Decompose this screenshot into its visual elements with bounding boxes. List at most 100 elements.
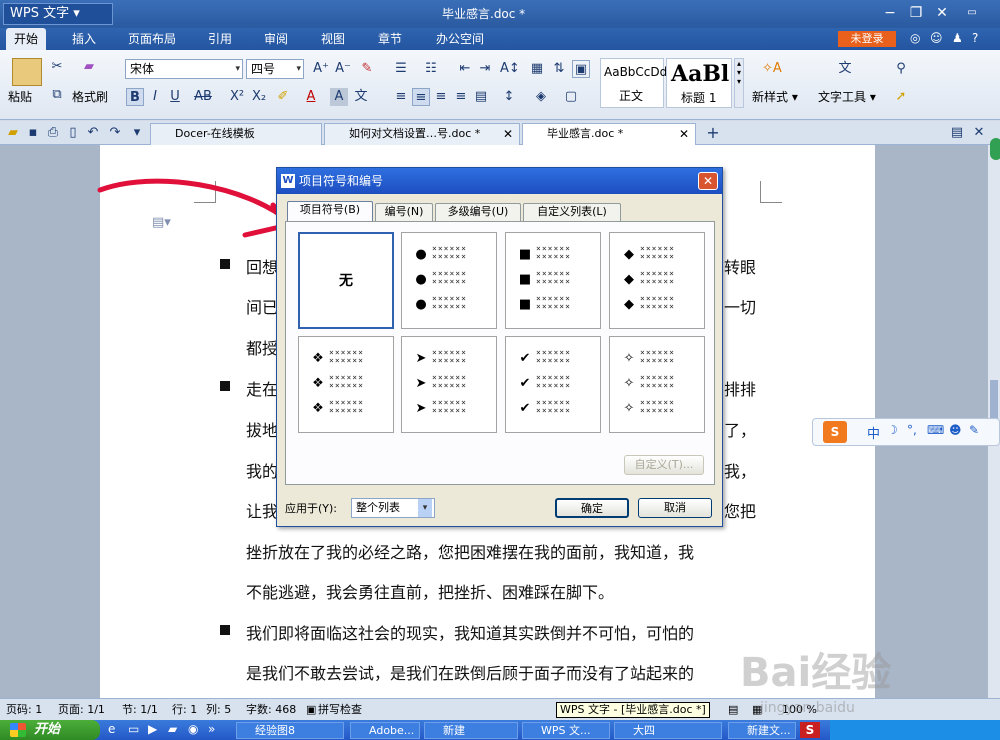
justify-icon[interactable]: ≡ xyxy=(452,88,470,106)
taskbar-item[interactable]: 新建文... xyxy=(728,722,796,739)
tab-insert[interactable]: 插入 xyxy=(64,28,104,50)
close-icon[interactable]: ✕ xyxy=(932,4,952,22)
tab-multilevel[interactable]: 多级编号(U) xyxy=(435,203,521,221)
tab-numbering[interactable]: 编号(N) xyxy=(375,203,433,221)
ime-user-icon[interactable]: ☻ xyxy=(949,423,962,437)
doc-tab-docer[interactable]: Docer-在线模板 xyxy=(150,123,322,145)
new-tab-icon[interactable]: + xyxy=(704,124,722,142)
tab-page-layout[interactable]: 页面布局 xyxy=(120,28,184,50)
bullet-option-square[interactable]: ■ ×××××× ×××××× ■ ×××××× ×××××× ■ ×××××× ×××××× xyxy=(505,232,601,329)
new-style-button[interactable]: 新样式 ▾ xyxy=(752,88,798,105)
quick-access-dropdown-icon[interactable]: ▾ xyxy=(128,124,146,142)
spellcheck-button[interactable]: 拼写检查 xyxy=(318,699,362,721)
copy-icon[interactable]: ⧉ xyxy=(48,86,66,104)
quicklaunch-desktop-icon[interactable]: ▭ xyxy=(128,722,139,736)
format-painter-button[interactable]: 格式刷 xyxy=(72,88,108,105)
char-shading-icon[interactable]: A xyxy=(330,88,348,106)
increase-indent-icon[interactable]: ⇥ xyxy=(476,60,494,78)
underline-icon[interactable]: U xyxy=(166,88,184,106)
highlight-icon[interactable]: ✐ xyxy=(274,88,292,106)
decrease-indent-icon[interactable]: ⇤ xyxy=(456,60,474,78)
minimize-icon[interactable]: − xyxy=(880,4,900,22)
text-direction-icon[interactable]: A↕ xyxy=(500,60,520,78)
tab-bullets[interactable]: 项目符号(B) xyxy=(287,201,373,222)
customize-button[interactable]: 自定义(T)... xyxy=(624,455,704,475)
bullet-option-diamond[interactable]: ◆ ×××××× ×××××× ◆ ×××××× ×××××× ◆ ×××××× ×××××× xyxy=(609,232,705,329)
taskbar-item[interactable]: 经验图8 xyxy=(236,722,344,739)
italic-icon[interactable]: I xyxy=(146,88,164,106)
tab-start[interactable]: 开始 xyxy=(6,28,47,50)
view-mode-icon[interactable]: ▤ xyxy=(728,699,738,721)
sogou-tray-icon[interactable]: S xyxy=(800,722,820,738)
bullet-option-dot[interactable]: ● ×××××× ×××××× ● ×××××× ×××××× ● ×××××× ×××××× xyxy=(401,232,497,329)
doc-tab-bullets-howto[interactable]: 如何对文档设置…号.doc * ✕ xyxy=(324,123,520,145)
quicklaunch-ie-icon[interactable]: e xyxy=(108,722,115,736)
clear-format-icon[interactable]: ✎ xyxy=(358,60,376,78)
tab-view[interactable]: 视图 xyxy=(313,28,353,50)
align-center-icon[interactable]: ≡ xyxy=(412,88,430,106)
sogou-icon[interactable]: S xyxy=(823,421,847,443)
ime-settings-icon[interactable]: ✎ xyxy=(969,423,979,437)
redo-icon[interactable]: ↷ xyxy=(106,124,124,142)
taskbar-item[interactable]: 新建 xyxy=(424,722,518,739)
taskbar-item[interactable]: WPS 文... xyxy=(522,722,610,739)
bullet-option-arrow[interactable]: ➤ ×××××× ×××××× ➤ ×××××× ×××××× ➤ ×××××× ×××××× xyxy=(401,336,497,433)
numbered-list-icon[interactable]: ☷ xyxy=(422,60,440,78)
skin-icon[interactable]: ◎ xyxy=(910,31,920,45)
cancel-button[interactable]: 取消 xyxy=(638,498,712,518)
shading-icon[interactable]: ◈ xyxy=(532,88,550,106)
font-color-icon[interactable]: A xyxy=(302,88,320,106)
bullet-option-four-diamond[interactable]: ❖ ×××××× ×××××× ❖ ×××××× ×××××× ❖ ×××××× ×××××× xyxy=(298,336,394,433)
dialog-close-icon[interactable]: ✕ xyxy=(698,172,718,190)
align-right-icon[interactable]: ≡ xyxy=(432,88,450,106)
taskbar-item[interactable]: Adobe... xyxy=(350,722,420,739)
shrink-font-icon[interactable]: A⁻ xyxy=(334,60,352,78)
print-preview-icon[interactable]: ▯ xyxy=(64,124,82,142)
tab-review[interactable]: 审阅 xyxy=(256,28,296,50)
font-name-select[interactable]: 宋体 ▾ xyxy=(125,59,243,79)
borders-icon[interactable]: ▢ xyxy=(562,88,580,106)
tab-chapter[interactable]: 章节 xyxy=(370,28,410,50)
help-icon[interactable]: ? xyxy=(972,31,978,45)
text-tools-icon[interactable]: 文 xyxy=(836,60,854,78)
login-button[interactable]: 未登录 xyxy=(838,31,896,47)
doc-tab-graduation[interactable]: 毕业感言.doc * ✕ xyxy=(522,123,696,145)
ime-keyboard-icon[interactable]: ⌨ xyxy=(927,423,944,437)
cut-icon[interactable]: ✂ xyxy=(48,58,66,76)
strikethrough-icon[interactable]: AB xyxy=(194,88,212,106)
undo-icon[interactable]: ↶ xyxy=(84,124,102,142)
style-heading1[interactable]: AaBl 标题 1 xyxy=(666,58,732,108)
style-scroll[interactable]: ▴ ▾ ▾ xyxy=(734,58,744,108)
open-folder-icon[interactable]: ▰ xyxy=(4,124,22,142)
ime-chinese-icon[interactable]: 中 xyxy=(867,423,880,442)
quicklaunch-app-icon[interactable]: ◉ xyxy=(188,722,198,736)
feedback-icon[interactable]: ☺ xyxy=(930,31,943,45)
line-spacing-icon[interactable]: ↕ xyxy=(500,88,518,106)
print-icon[interactable]: ⎙ xyxy=(44,124,62,142)
bullet-option-none[interactable]: 无 xyxy=(298,232,394,329)
align-left-icon[interactable]: ≡ xyxy=(392,88,410,106)
quicklaunch-media-icon[interactable]: ▶ xyxy=(148,722,157,736)
phonetic-icon[interactable]: 文 xyxy=(352,88,370,106)
tab-references[interactable]: 引用 xyxy=(200,28,240,50)
quicklaunch-more-icon[interactable]: » xyxy=(208,722,215,736)
paste-icon[interactable] xyxy=(12,58,42,86)
distribute-icon[interactable]: ▤ xyxy=(472,88,490,106)
bullet-option-star[interactable]: ✧ ×××××× ×××××× ✧ ×××××× ×××××× ✧ ×××××× ×××××× xyxy=(609,336,705,433)
ime-halfwidth-icon[interactable]: ☽ xyxy=(887,423,898,437)
status-word-count[interactable]: 字数: 468 xyxy=(246,699,296,721)
find-replace-icon[interactable]: ⚲ xyxy=(892,60,910,78)
ribbon-minimize-icon[interactable]: ▭ xyxy=(962,4,982,22)
text-tools-button[interactable]: 文字工具 ▾ xyxy=(818,88,876,105)
tab-list-icon[interactable]: ▤ xyxy=(948,124,966,142)
bullet-list-icon[interactable]: ☰ xyxy=(392,60,410,78)
subscript-icon[interactable]: X₂ xyxy=(250,88,268,106)
tab-office-space[interactable]: 办公空间 xyxy=(428,28,492,50)
style-normal[interactable]: AaBbCcDd 正文 xyxy=(600,58,667,108)
close-tab-icon[interactable]: ✕ xyxy=(679,124,689,144)
bold-icon[interactable]: B xyxy=(126,88,144,106)
format-painter-icon[interactable]: ▰ xyxy=(80,58,98,76)
app-menu-button[interactable]: WPS 文字 ▾ xyxy=(3,3,113,25)
new-style-icon[interactable]: ✧A xyxy=(762,60,782,78)
bullet-option-check[interactable]: ✔ ×××××× ×××××× ✔ ×××××× ×××××× ✔ ×××××× ×××××× xyxy=(505,336,601,433)
